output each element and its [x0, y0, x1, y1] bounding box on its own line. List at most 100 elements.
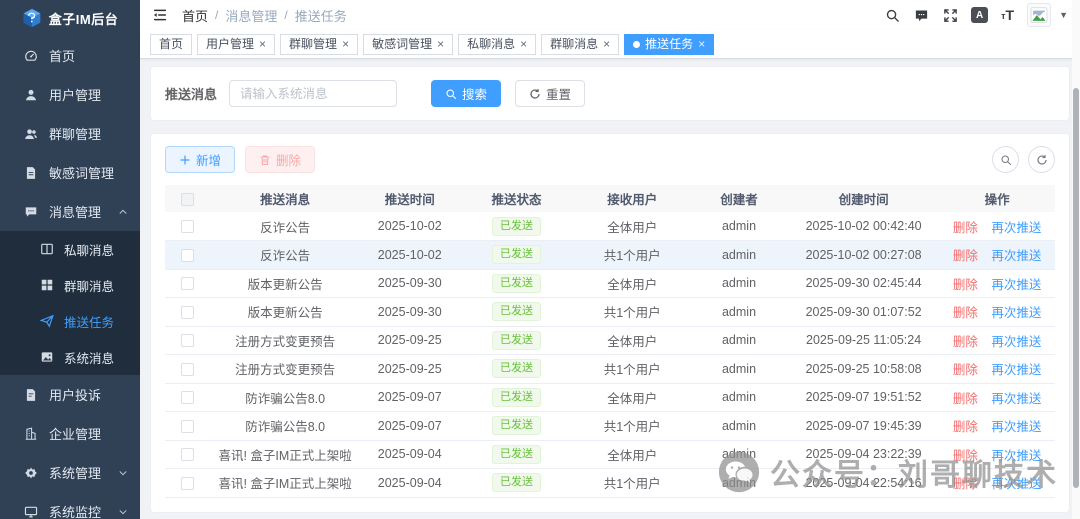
app-title: 盒子IM后台: [48, 11, 119, 27]
table-row[interactable]: 反诈公告 2025-10-02 已发送 全体用户 admin 2025-10-0…: [165, 212, 1055, 241]
delete-row-link[interactable]: 删除: [953, 221, 978, 235]
complaint-icon: [24, 388, 38, 402]
status-badge: 已发送: [492, 416, 542, 436]
sidebar-item-label: 系统管理: [49, 466, 102, 481]
avatar[interactable]: [1027, 3, 1052, 27]
row-checkbox[interactable]: [180, 305, 194, 319]
message-icon[interactable]: [913, 7, 929, 23]
tab-推送任务[interactable]: 推送任务 ×: [624, 33, 715, 55]
tab-首页[interactable]: 首页: [150, 33, 193, 55]
table-row[interactable]: 防诈骗公告8.0 2025-09-07 已发送 共1个用户 admin 2025…: [165, 411, 1055, 441]
delete-row-link[interactable]: 删除: [953, 420, 978, 434]
repush-link[interactable]: 再次推送: [991, 477, 1041, 491]
row-checkbox[interactable]: [180, 419, 194, 433]
user-menu[interactable]: ▼: [1027, 3, 1068, 27]
sidebar-item-group-chat-management[interactable]: 群聊管理: [0, 114, 140, 153]
tab-群聊消息[interactable]: 群聊消息 ×: [541, 33, 620, 55]
table-row[interactable]: 版本更新公告 2025-09-30 已发送 共1个用户 admin 2025-0…: [165, 297, 1055, 327]
toggle-search-button[interactable]: [992, 146, 1019, 173]
tab-close-icon[interactable]: ×: [520, 38, 527, 50]
app-logo[interactable]: 盒子IM后台: [0, 0, 140, 36]
breadcrumb-separator: /: [215, 8, 219, 22]
repush-link[interactable]: 再次推送: [991, 335, 1041, 349]
cell-created-at: 2025-09-30 02:45:44: [787, 269, 940, 298]
delete-row-link[interactable]: 删除: [953, 278, 978, 292]
row-checkbox[interactable]: [180, 334, 194, 348]
sidebar-item-home[interactable]: 首页: [0, 36, 140, 75]
repush-link[interactable]: 再次推送: [991, 278, 1041, 292]
table-row[interactable]: 防诈骗公告8.0 2025-09-07 已发送 全体用户 admin 2025-…: [165, 383, 1055, 412]
cell-created-at: 2025-09-07 19:51:52: [787, 383, 940, 412]
delete-row-link[interactable]: 删除: [953, 392, 978, 406]
table-row[interactable]: 注册方式变更预告 2025-09-25 已发送 全体用户 admin 2025-…: [165, 326, 1055, 355]
repush-link[interactable]: 再次推送: [991, 420, 1041, 434]
sidebar-item-private-messages[interactable]: 私聊消息: [0, 231, 140, 267]
search-button[interactable]: 搜索: [431, 80, 502, 107]
tab-用户管理[interactable]: 用户管理 ×: [197, 33, 276, 55]
sidebar-item-enterprise-management[interactable]: 企业管理: [0, 414, 140, 453]
tab-close-icon[interactable]: ×: [259, 38, 266, 50]
tab-群聊管理[interactable]: 群聊管理 ×: [280, 33, 359, 55]
sidebar-item-sensitive-words-management[interactable]: 敏感词管理: [0, 153, 140, 192]
repush-link[interactable]: 再次推送: [991, 449, 1041, 463]
user-menu-caret-icon[interactable]: ▼: [1059, 10, 1068, 20]
cell-push-message: 反诈公告: [209, 240, 361, 270]
delete-row-link[interactable]: 删除: [953, 363, 978, 377]
sidebar-item-message-management[interactable]: 消息管理: [0, 192, 140, 231]
row-checkbox[interactable]: [180, 476, 194, 490]
repush-link[interactable]: 再次推送: [991, 306, 1041, 320]
breadcrumb-item[interactable]: 首页: [182, 6, 208, 25]
sidebar-item-system-messages[interactable]: 系统消息: [0, 339, 140, 375]
breadcrumb-item[interactable]: 消息管理: [225, 6, 277, 25]
tab-私聊消息[interactable]: 私聊消息 ×: [458, 33, 537, 55]
row-checkbox[interactable]: [180, 277, 194, 291]
table-row[interactable]: 版本更新公告 2025-09-30 已发送 全体用户 admin 2025-09…: [165, 269, 1055, 298]
search-icon[interactable]: [884, 7, 900, 23]
table-row[interactable]: 喜讯! 盒子IM正式上架啦 2025-09-04 已发送 共1个用户 admin…: [165, 468, 1055, 498]
tab-close-icon[interactable]: ×: [342, 38, 349, 50]
delete-row-link[interactable]: 删除: [953, 477, 978, 491]
plus-icon: [179, 154, 191, 166]
sidebar-item-group-messages[interactable]: 群聊消息: [0, 267, 140, 303]
repush-link[interactable]: 再次推送: [991, 363, 1041, 377]
sidebar-item-push-tasks[interactable]: 推送任务: [0, 303, 140, 339]
tab-敏感词管理[interactable]: 敏感词管理 ×: [363, 33, 454, 55]
table-row[interactable]: 反诈公告 2025-10-02 已发送 共1个用户 admin 2025-10-…: [165, 240, 1055, 270]
sidebar-toggle-icon[interactable]: [152, 6, 170, 24]
sidebar-item-system-monitor[interactable]: 系统监控: [0, 492, 140, 519]
submenu-message-management: 私聊消息 群聊消息 推送任务 系统消息: [0, 231, 140, 375]
add-button[interactable]: 新增: [165, 146, 236, 173]
row-checkbox[interactable]: [180, 448, 194, 462]
table-row[interactable]: 喜讯! 盒子IM正式上架啦 2025-09-04 已发送 全体用户 admin …: [165, 440, 1055, 469]
push-message-input[interactable]: [229, 80, 398, 107]
translate-icon[interactable]: A: [971, 7, 989, 23]
delete-row-link[interactable]: 删除: [953, 335, 978, 349]
delete-button[interactable]: 删除: [245, 146, 316, 173]
scrollbar-thumb[interactable]: [1073, 88, 1079, 488]
repush-link[interactable]: 再次推送: [991, 249, 1041, 263]
repush-link[interactable]: 再次推送: [991, 392, 1041, 406]
tab-close-icon[interactable]: ×: [437, 38, 444, 50]
select-all-checkbox[interactable]: [180, 192, 194, 206]
fullscreen-icon[interactable]: [942, 7, 958, 23]
cell-creator: admin: [690, 468, 788, 498]
sidebar-item-user-complaints[interactable]: 用户投诉: [0, 375, 140, 414]
tab-close-icon[interactable]: ×: [603, 38, 610, 50]
row-checkbox[interactable]: [180, 391, 194, 405]
font-size-icon[interactable]: т T: [1001, 8, 1014, 22]
refresh-table-button[interactable]: [1028, 146, 1055, 173]
tab-close-icon[interactable]: ×: [698, 38, 705, 50]
delete-row-link[interactable]: 删除: [953, 449, 978, 463]
delete-row-link[interactable]: 删除: [953, 249, 978, 263]
sidebar-item-system-management[interactable]: 系统管理: [0, 453, 140, 492]
row-checkbox[interactable]: [180, 362, 194, 376]
repush-link[interactable]: 再次推送: [991, 221, 1041, 235]
breadcrumb-item[interactable]: 推送任务: [295, 6, 347, 25]
sidebar-item-user-management[interactable]: 用户管理: [0, 75, 140, 114]
table-row[interactable]: 注册方式变更预告 2025-09-25 已发送 共1个用户 admin 2025…: [165, 354, 1055, 384]
reset-button[interactable]: 重置: [515, 80, 586, 107]
search-panel: 推送消息 搜索 重置: [150, 66, 1070, 121]
delete-row-link[interactable]: 删除: [953, 306, 978, 320]
row-checkbox[interactable]: [180, 248, 194, 262]
row-checkbox[interactable]: [180, 220, 194, 234]
